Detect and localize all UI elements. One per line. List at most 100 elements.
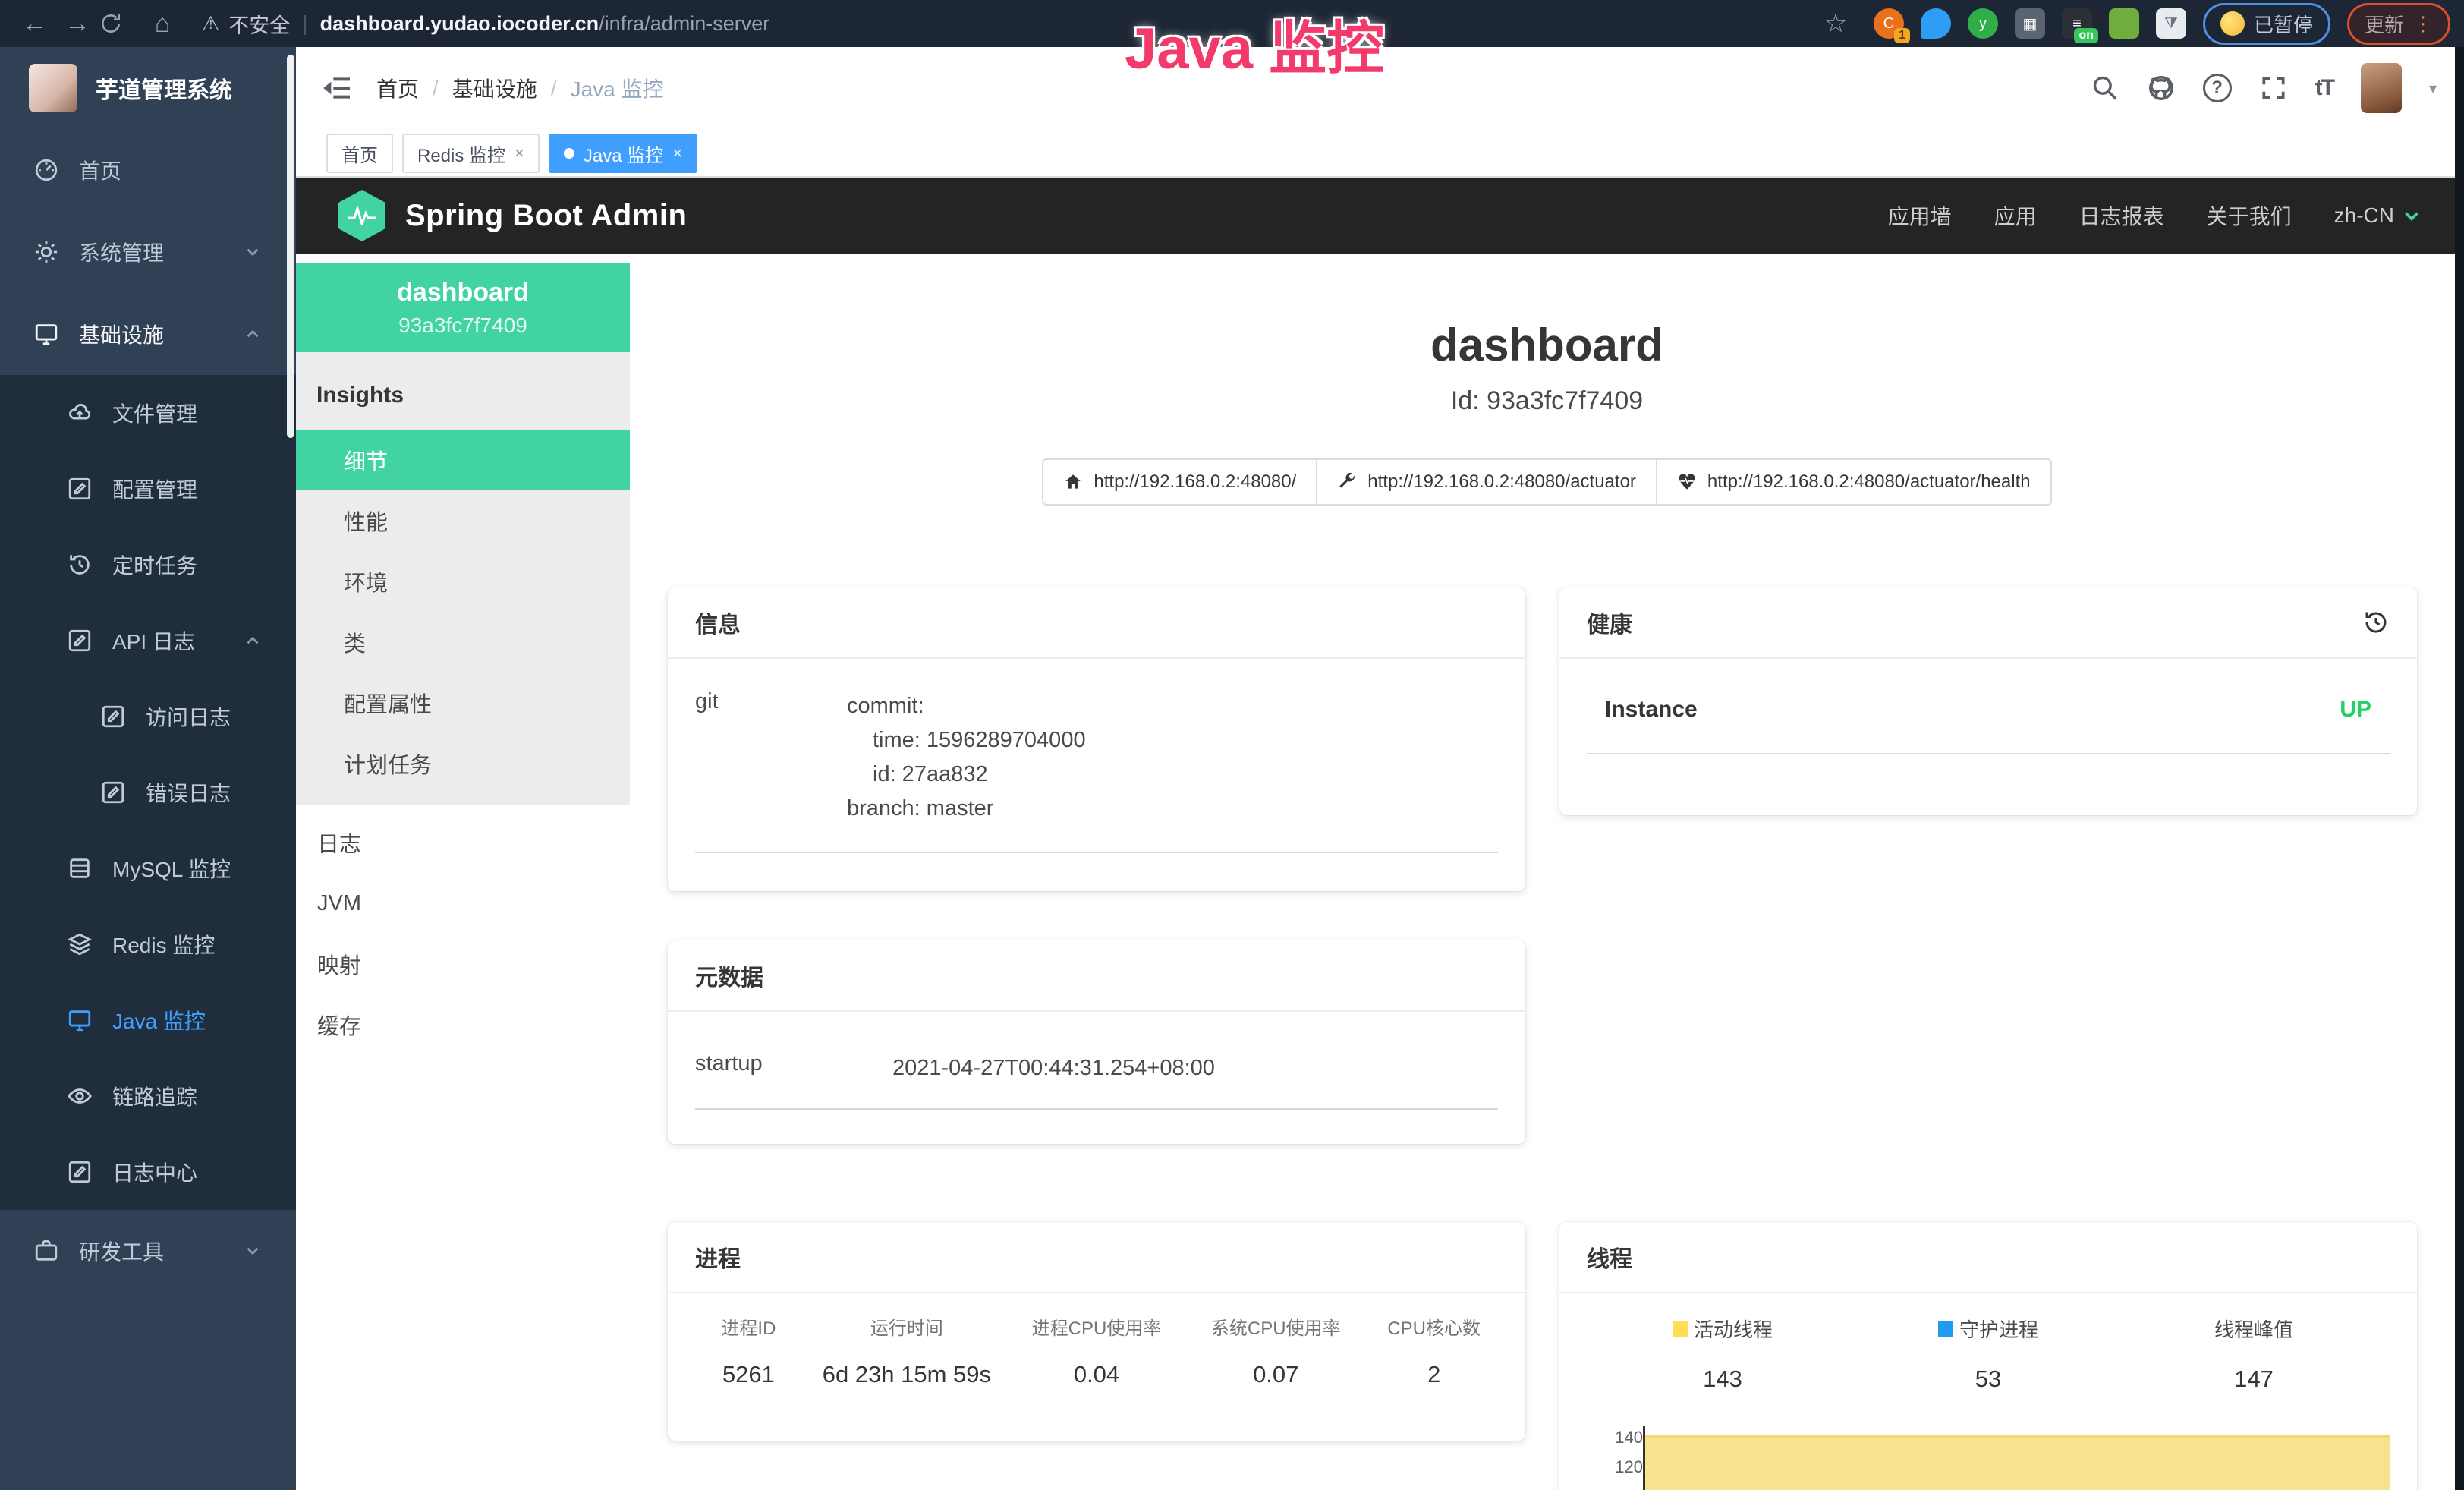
- endpoint-actuator-button[interactable]: http://192.168.0.2:48080/actuator: [1316, 458, 1657, 506]
- sidebar-item-log-center[interactable]: 日志中心: [0, 1134, 296, 1210]
- paused-pill[interactable]: 已暂停: [2203, 3, 2330, 45]
- sidebar-scrollbar-thumb[interactable]: [287, 55, 294, 438]
- tab-label: Java 监控: [584, 140, 663, 167]
- sidebar-item-mysql-monitor[interactable]: MySQL 监控: [0, 830, 296, 906]
- process-header: 进程ID: [691, 1313, 807, 1340]
- sidebar-item-label: 基础设施: [79, 319, 164, 349]
- y-extension-icon[interactable]: y: [1968, 8, 1998, 39]
- paused-label: 已暂停: [2254, 10, 2313, 38]
- tab-home[interactable]: 首页: [326, 134, 393, 173]
- history-icon[interactable]: [2362, 609, 2390, 636]
- cloud-upload-icon: [67, 400, 93, 426]
- sidebar-item-scheduled-jobs[interactable]: 定时任务: [0, 527, 296, 603]
- sidebar-item-access-log[interactable]: 访问日志: [0, 679, 296, 754]
- user-menu-caret-icon[interactable]: ▾: [2429, 79, 2437, 98]
- inst-nav-caches[interactable]: 缓存: [296, 994, 630, 1055]
- breadcrumb-infrastructure[interactable]: 基础设施: [452, 73, 537, 103]
- tab-java-monitor[interactable]: Java 监控 ×: [549, 134, 697, 173]
- sidebar-item-error-log[interactable]: 错误日志: [0, 754, 296, 830]
- log-icon: [67, 628, 93, 654]
- sidebar-item-infrastructure[interactable]: 基础设施: [0, 293, 296, 375]
- metadata-row-value: 2021-04-27T00:44:31.254+08:00: [892, 1051, 1215, 1085]
- address-bar[interactable]: ⚠ 不安全 | dashboard.yudao.iocoder.cn /infr…: [202, 9, 769, 39]
- close-icon[interactable]: ×: [672, 143, 682, 163]
- grid-extension-icon[interactable]: ▦: [2015, 8, 2045, 39]
- screen: ← → ⌂ ⚠ 不安全 | dashboard.yudao.iocoder.cn…: [0, 0, 2464, 1490]
- breadcrumb-separator: /: [433, 76, 439, 100]
- health-instance-row[interactable]: Instance UP: [1587, 682, 2390, 754]
- search-icon[interactable]: [2091, 74, 2119, 102]
- back-icon[interactable]: ←: [14, 0, 56, 47]
- sidebar-item-label: MySQL 监控: [112, 853, 231, 884]
- inst-nav-metrics[interactable]: 性能: [296, 490, 630, 551]
- sba-brand-title[interactable]: Spring Boot Admin: [405, 199, 687, 233]
- threads-card: 线程 活动线程 143 守护进程 53 线程峰值: [1559, 1222, 2417, 1490]
- chevron-down-icon: [2402, 206, 2422, 225]
- user-avatar[interactable]: [2361, 63, 2402, 113]
- sidebar-item-dev-tools[interactable]: 研发工具: [0, 1210, 296, 1292]
- inst-nav-config-props[interactable]: 配置属性: [296, 673, 630, 733]
- help-icon[interactable]: ?: [2203, 74, 2232, 102]
- process-col-pid: 进程ID 5261: [691, 1313, 807, 1388]
- sba-nav-about[interactable]: 关于我们: [2207, 200, 2292, 231]
- history-icon: [67, 552, 93, 578]
- browser-toolbar-right: ☆ C1 y ▦ ≡on ⧩ 已暂停 更新 ⋮: [1814, 0, 2450, 47]
- legend-peak-threads: 线程峰值 147: [2121, 1315, 2387, 1393]
- inst-nav-classes[interactable]: 类: [296, 612, 630, 673]
- database-icon: [67, 855, 93, 881]
- sba-nav-journal[interactable]: 日志报表: [2079, 200, 2164, 231]
- instance-header[interactable]: dashboard 93a3fc7f7409: [296, 263, 630, 352]
- sidebar-item-java-monitor[interactable]: Java 监控: [0, 982, 296, 1058]
- active-tab-dot: [564, 148, 574, 159]
- not-secure-warning-icon: ⚠: [202, 12, 219, 36]
- browser-menu-icon[interactable]: ⋮: [2413, 12, 2433, 36]
- extension-icon-orange[interactable]: C1: [1874, 8, 1904, 39]
- sidebar-item-redis-monitor[interactable]: Redis 监控: [0, 906, 296, 982]
- fullscreen-icon[interactable]: [2259, 74, 2288, 102]
- extensions-puzzle-icon[interactable]: ⧩: [2156, 8, 2186, 39]
- endpoint-health-button[interactable]: http://192.168.0.2:48080/actuator/health: [1656, 458, 2052, 506]
- sidebar-item-file-manage[interactable]: 文件管理: [0, 375, 296, 451]
- sidebar-item-trace[interactable]: 链路追踪: [0, 1058, 296, 1134]
- legend-value: 143: [1590, 1366, 1855, 1393]
- home-icon[interactable]: ⌂: [141, 0, 184, 47]
- info-row-value: commit: time: 1596289704000 id: 27aa832 …: [847, 689, 1086, 826]
- tab-redis-monitor[interactable]: Redis 监控 ×: [402, 134, 540, 173]
- forward-icon[interactable]: →: [56, 0, 99, 47]
- inst-nav-scheduled-tasks[interactable]: 计划任务: [296, 733, 630, 794]
- reload-icon[interactable]: [99, 11, 141, 36]
- inst-nav-environment[interactable]: 环境: [296, 551, 630, 612]
- log-icon: [100, 780, 126, 805]
- legend-label: 守护进程: [1959, 1315, 2038, 1343]
- github-icon[interactable]: [2147, 74, 2176, 102]
- sidebar-item-api-log[interactable]: API 日志: [0, 603, 296, 679]
- sba-nav-wallboard[interactable]: 应用墙: [1888, 200, 1952, 231]
- app-logo-row[interactable]: 芋道管理系统: [0, 47, 296, 129]
- inst-nav-mappings[interactable]: 映射: [296, 934, 630, 994]
- sidebar-item-label: Redis 监控: [112, 929, 215, 959]
- inst-nav-logs[interactable]: 日志: [296, 812, 630, 873]
- sidebar-item-system[interactable]: 系统管理: [0, 211, 296, 293]
- pin-extension-icon[interactable]: [1921, 8, 1951, 39]
- process-header: 进程CPU使用率: [1007, 1313, 1186, 1340]
- endpoint-home-button[interactable]: http://192.168.0.2:48080/: [1042, 458, 1317, 506]
- breadcrumb-home[interactable]: 首页: [376, 73, 419, 103]
- security-label: 不安全: [228, 9, 290, 39]
- sba-locale-select[interactable]: zh-CN: [2334, 203, 2422, 228]
- close-icon[interactable]: ×: [515, 143, 524, 163]
- list-extension-icon[interactable]: ≡on: [2062, 8, 2092, 39]
- monitor-icon: [67, 1007, 93, 1033]
- infrastructure-submenu: 文件管理 配置管理 定时任务 API 日志 访问日志: [0, 375, 296, 1210]
- update-pill[interactable]: 更新 ⋮: [2347, 3, 2450, 45]
- bookmark-star-icon[interactable]: ☆: [1814, 0, 1857, 47]
- leaf-extension-icon[interactable]: [2109, 8, 2139, 39]
- inst-nav-jvm[interactable]: JVM: [296, 873, 630, 934]
- font-size-icon[interactable]: tT: [2315, 75, 2333, 101]
- sidebar-item-label: API 日志: [112, 625, 195, 656]
- hamburger-icon[interactable]: [323, 73, 354, 103]
- sidebar-item-home[interactable]: 首页: [0, 129, 296, 211]
- sba-logo-icon[interactable]: [338, 190, 385, 241]
- sba-nav-applications[interactable]: 应用: [1994, 200, 2037, 231]
- sidebar-item-config-manage[interactable]: 配置管理: [0, 451, 296, 527]
- inst-nav-details[interactable]: 细节: [296, 430, 630, 490]
